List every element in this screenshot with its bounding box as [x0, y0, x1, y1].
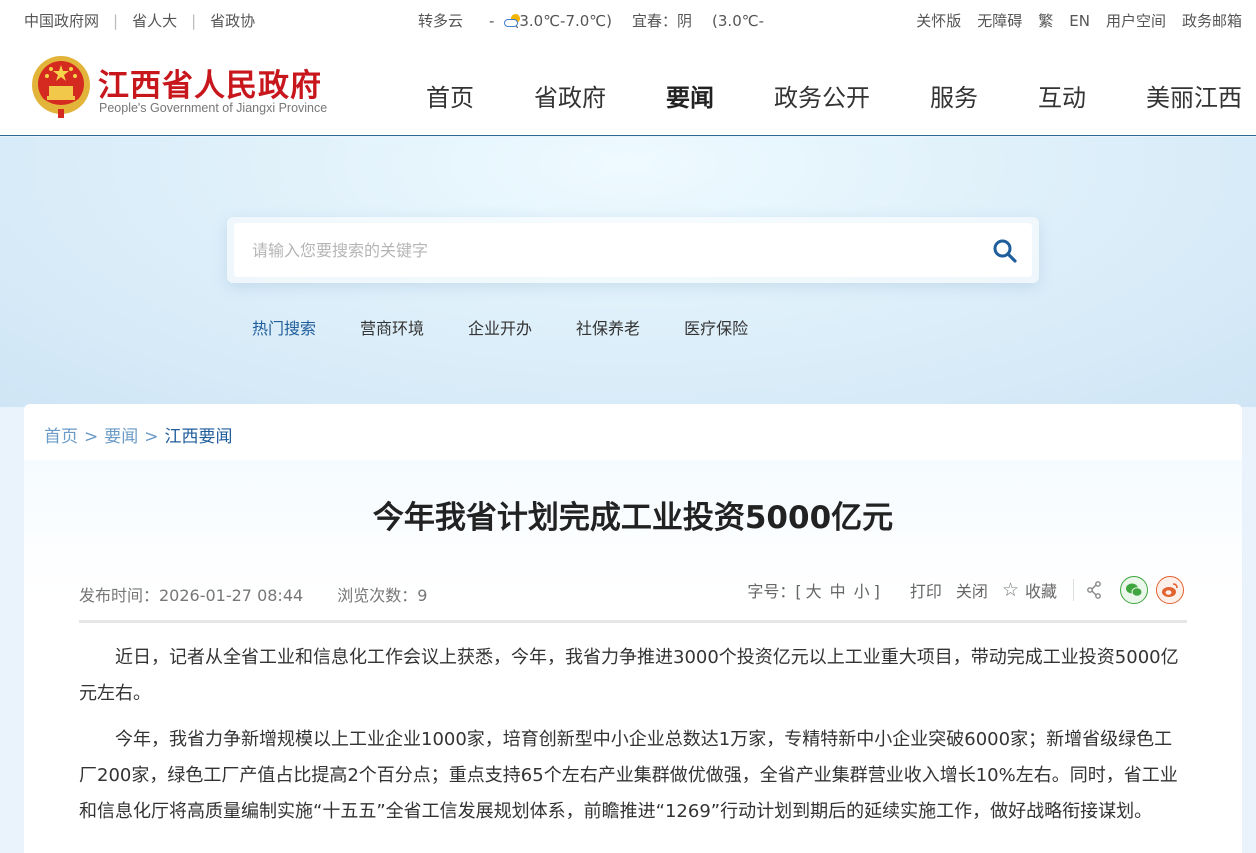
favorite-button[interactable]: 收藏: [1025, 578, 1057, 602]
article-paragraph: 今年，我省力争新增规模以上工业企业1000家，培育创新型中小企业总数达1万家，专…: [79, 729, 1178, 822]
weather-condition-1: 转多云: [418, 12, 464, 30]
main-nav: 首页 省政府 要闻 政务公开 服务 互动 美丽江西: [426, 78, 1242, 113]
font-size-small[interactable]: 小: [854, 582, 870, 601]
nav-news[interactable]: 要闻: [666, 78, 714, 113]
search-hero: 热门搜索 营商环境 企业开办 社保养老 医疗保险: [0, 137, 1256, 407]
share-icon[interactable]: [1086, 581, 1102, 599]
close-button[interactable]: 关闭: [956, 578, 988, 602]
font-size-control: 字号：[大中小]: [747, 578, 880, 602]
link-provincial-cppcc[interactable]: 省政协: [210, 10, 255, 31]
star-icon[interactable]: ☆: [1002, 579, 1019, 601]
utility-links: 关怀版 无障碍 繁 EN 用户空间 政务邮箱: [900, 10, 1242, 31]
nav-public-affairs[interactable]: 政务公开: [774, 78, 870, 113]
top-utility-bar: 中国政府网 | 省人大 | 省政协 转多云 - (3.0℃-7.0℃) 宜春：阴…: [0, 0, 1256, 40]
publish-time: 发布时间：2026-01-27 08:44: [79, 586, 304, 605]
external-links: 中国政府网 | 省人大 | 省政协: [24, 10, 255, 31]
breadcrumb-news[interactable]: 要闻: [104, 427, 138, 447]
national-emblem-icon[interactable]: [30, 54, 92, 120]
hot-search: 热门搜索 营商环境 企业开办 社保养老 医疗保险: [252, 315, 792, 339]
link-care-mode[interactable]: 关怀版: [916, 10, 961, 31]
article-content: 近日，记者从全省工业和信息化工作会议上获悉，今年，我省力争推进3000个投资亿元…: [79, 640, 1189, 840]
article-meta: 发布时间：2026-01-27 08:44 浏览次数：9: [79, 582, 461, 606]
link-traditional-chinese[interactable]: 繁: [1038, 10, 1053, 31]
hot-search-title: 热门搜索: [252, 319, 317, 338]
search-icon[interactable]: [991, 237, 1019, 265]
nav-beautiful-jiangxi[interactable]: 美丽江西: [1146, 78, 1242, 113]
wechat-icon[interactable]: [1120, 576, 1148, 604]
partly-cloudy-icon: [504, 13, 521, 28]
divider: |: [191, 11, 197, 30]
article-body: 今年我省计划完成工业投资5000亿元 发布时间：2026-01-27 08:44…: [24, 460, 1242, 853]
search-input[interactable]: [234, 223, 1032, 277]
breadcrumb-separator: >: [144, 427, 159, 447]
link-gov-mail[interactable]: 政务邮箱: [1182, 10, 1242, 31]
print-button[interactable]: 打印: [910, 578, 942, 602]
hot-search-item[interactable]: 企业开办: [468, 315, 532, 339]
article-card: 首页 > 要闻 > 江西要闻 今年我省计划完成工业投资5000亿元 发布时间：2026-…: [24, 404, 1242, 853]
breadcrumb-separator: >: [84, 427, 99, 447]
breadcrumb: 首页 > 要闻 > 江西要闻: [44, 422, 233, 447]
link-gov-cn[interactable]: 中国政府网: [24, 10, 99, 31]
search-box: [227, 217, 1039, 283]
nav-interaction[interactable]: 互动: [1038, 78, 1086, 113]
weather-temp-2: (3.0℃-: [712, 11, 764, 30]
view-count: 浏览次数：9: [337, 586, 428, 605]
breadcrumb-home[interactable]: 首页: [44, 427, 78, 447]
weather-city-2: 宜春：阴: [632, 12, 693, 30]
hot-search-item[interactable]: 医疗保险: [684, 315, 748, 339]
link-provincial-congress[interactable]: 省人大: [132, 10, 177, 31]
font-size-medium[interactable]: 中: [830, 582, 846, 601]
hot-search-item[interactable]: 社保养老: [576, 315, 640, 339]
site-logo-title[interactable]: 江西省人民政府: [98, 60, 322, 105]
meta-divider: [79, 620, 1187, 623]
link-user-space[interactable]: 用户空间: [1106, 10, 1166, 31]
article-paragraph: 近日，记者从全省工业和信息化工作会议上获悉，今年，我省力争推进3000个投资亿元…: [79, 647, 1179, 704]
nav-services[interactable]: 服务: [930, 78, 978, 113]
nav-government[interactable]: 省政府: [534, 78, 606, 113]
font-size-close: ]: [873, 582, 880, 601]
breadcrumb-current[interactable]: 江西要闻: [165, 427, 233, 447]
link-accessibility[interactable]: 无障碍: [977, 10, 1022, 31]
font-size-large[interactable]: 大: [806, 582, 822, 601]
divider: |: [113, 11, 119, 30]
article-tools: 字号：[大中小] 打印 关闭 ☆ 收藏: [747, 576, 1184, 604]
site-logo-subtitle: People's Government of Jiangxi Province: [99, 101, 328, 115]
weather-temp-1: (3.0℃-7.0℃): [513, 11, 613, 30]
link-english[interactable]: EN: [1069, 12, 1090, 30]
weather-ticker: 转多云 - (3.0℃-7.0℃) 宜春：阴 (3.0℃-: [418, 10, 768, 31]
article-title: 今年我省计划完成工业投资5000亿元: [372, 500, 894, 536]
weather-dash: -: [489, 11, 495, 30]
divider: [1073, 579, 1074, 601]
weibo-icon[interactable]: [1156, 576, 1184, 604]
hot-search-item[interactable]: 营商环境: [360, 315, 424, 339]
nav-home[interactable]: 首页: [426, 78, 474, 113]
site-header: 江西省人民政府 People's Government of Jiangxi P…: [0, 40, 1256, 136]
font-size-label: 字号：[: [747, 582, 802, 601]
